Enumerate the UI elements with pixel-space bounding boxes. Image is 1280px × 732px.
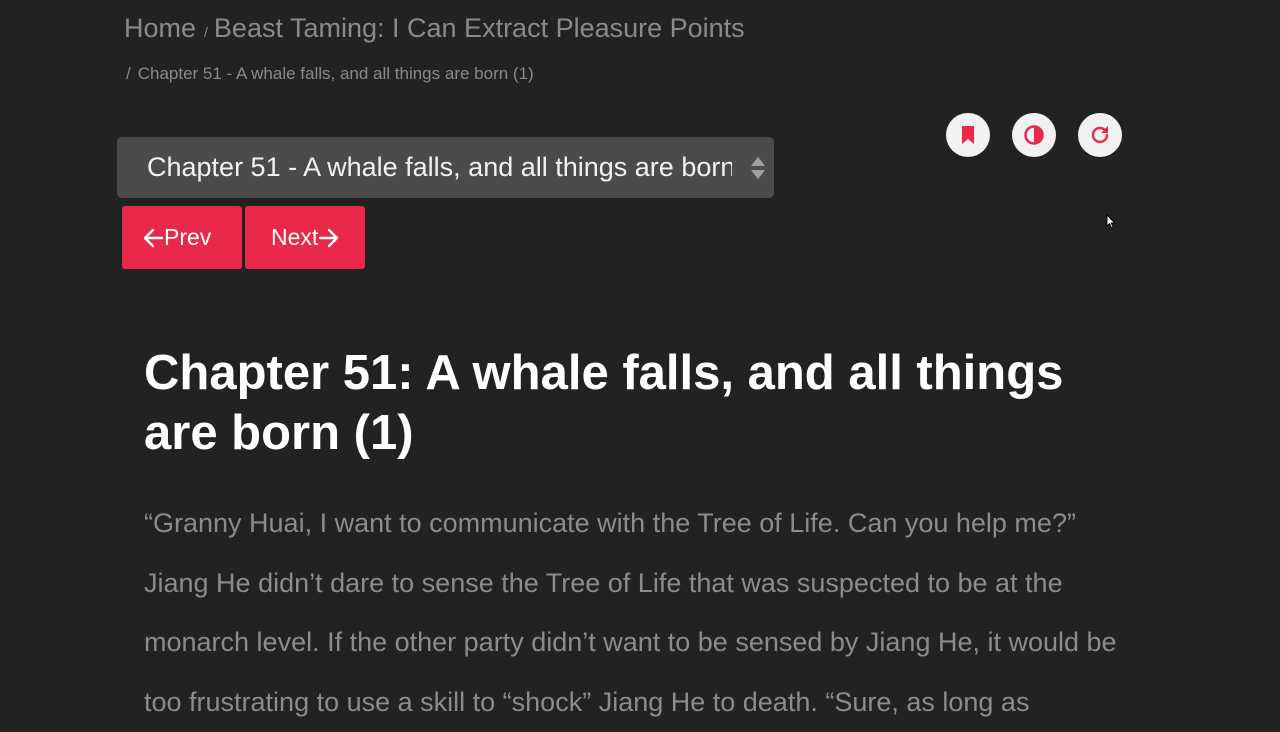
chapter-select-value: Chapter 51 - A whale falls, and all thin…	[147, 152, 732, 183]
chapter-content: “Granny Huai, I want to communicate with…	[144, 494, 1119, 732]
breadcrumb-novel-link[interactable]: Beast Taming: I Can Extract Pleasure Poi…	[214, 13, 745, 43]
breadcrumb-separator: /	[204, 24, 208, 40]
breadcrumb-home-link[interactable]: Home	[124, 13, 196, 43]
refresh-icon	[1089, 124, 1111, 146]
chapter-paragraph: Jiang He didn’t dare to sense the Tree o…	[144, 554, 1119, 732]
prev-button-label: Prev	[164, 224, 211, 251]
next-button-label: Next	[271, 224, 318, 251]
contrast-icon	[1023, 124, 1045, 146]
arrow-left-icon	[142, 227, 164, 249]
chapter-select[interactable]: Chapter 51 - A whale falls, and all thin…	[117, 137, 774, 198]
mouse-cursor-icon	[1106, 214, 1116, 229]
chapter-paragraph: “Granny Huai, I want to communicate with…	[144, 494, 1119, 554]
breadcrumb-chapter-label: Chapter 51 - A whale falls, and all thin…	[138, 64, 534, 83]
theme-toggle-button[interactable]	[1012, 113, 1056, 157]
refresh-button[interactable]	[1078, 113, 1122, 157]
breadcrumb-separator: /	[126, 64, 131, 83]
prev-chapter-button[interactable]: Prev	[122, 206, 242, 269]
breadcrumb: Home / Beast Taming: I Can Extract Pleasur…	[124, 12, 745, 48]
bookmark-button[interactable]	[946, 113, 990, 157]
next-chapter-button[interactable]: Next	[245, 206, 365, 269]
select-arrows-icon	[750, 156, 766, 180]
chapter-title: Chapter 51: A whale falls, and all thing…	[144, 343, 1124, 463]
arrow-right-icon	[318, 227, 340, 249]
breadcrumb-current-chapter: / Chapter 51 - A whale falls, and all thi…	[126, 63, 534, 85]
bookmark-icon	[960, 125, 976, 145]
